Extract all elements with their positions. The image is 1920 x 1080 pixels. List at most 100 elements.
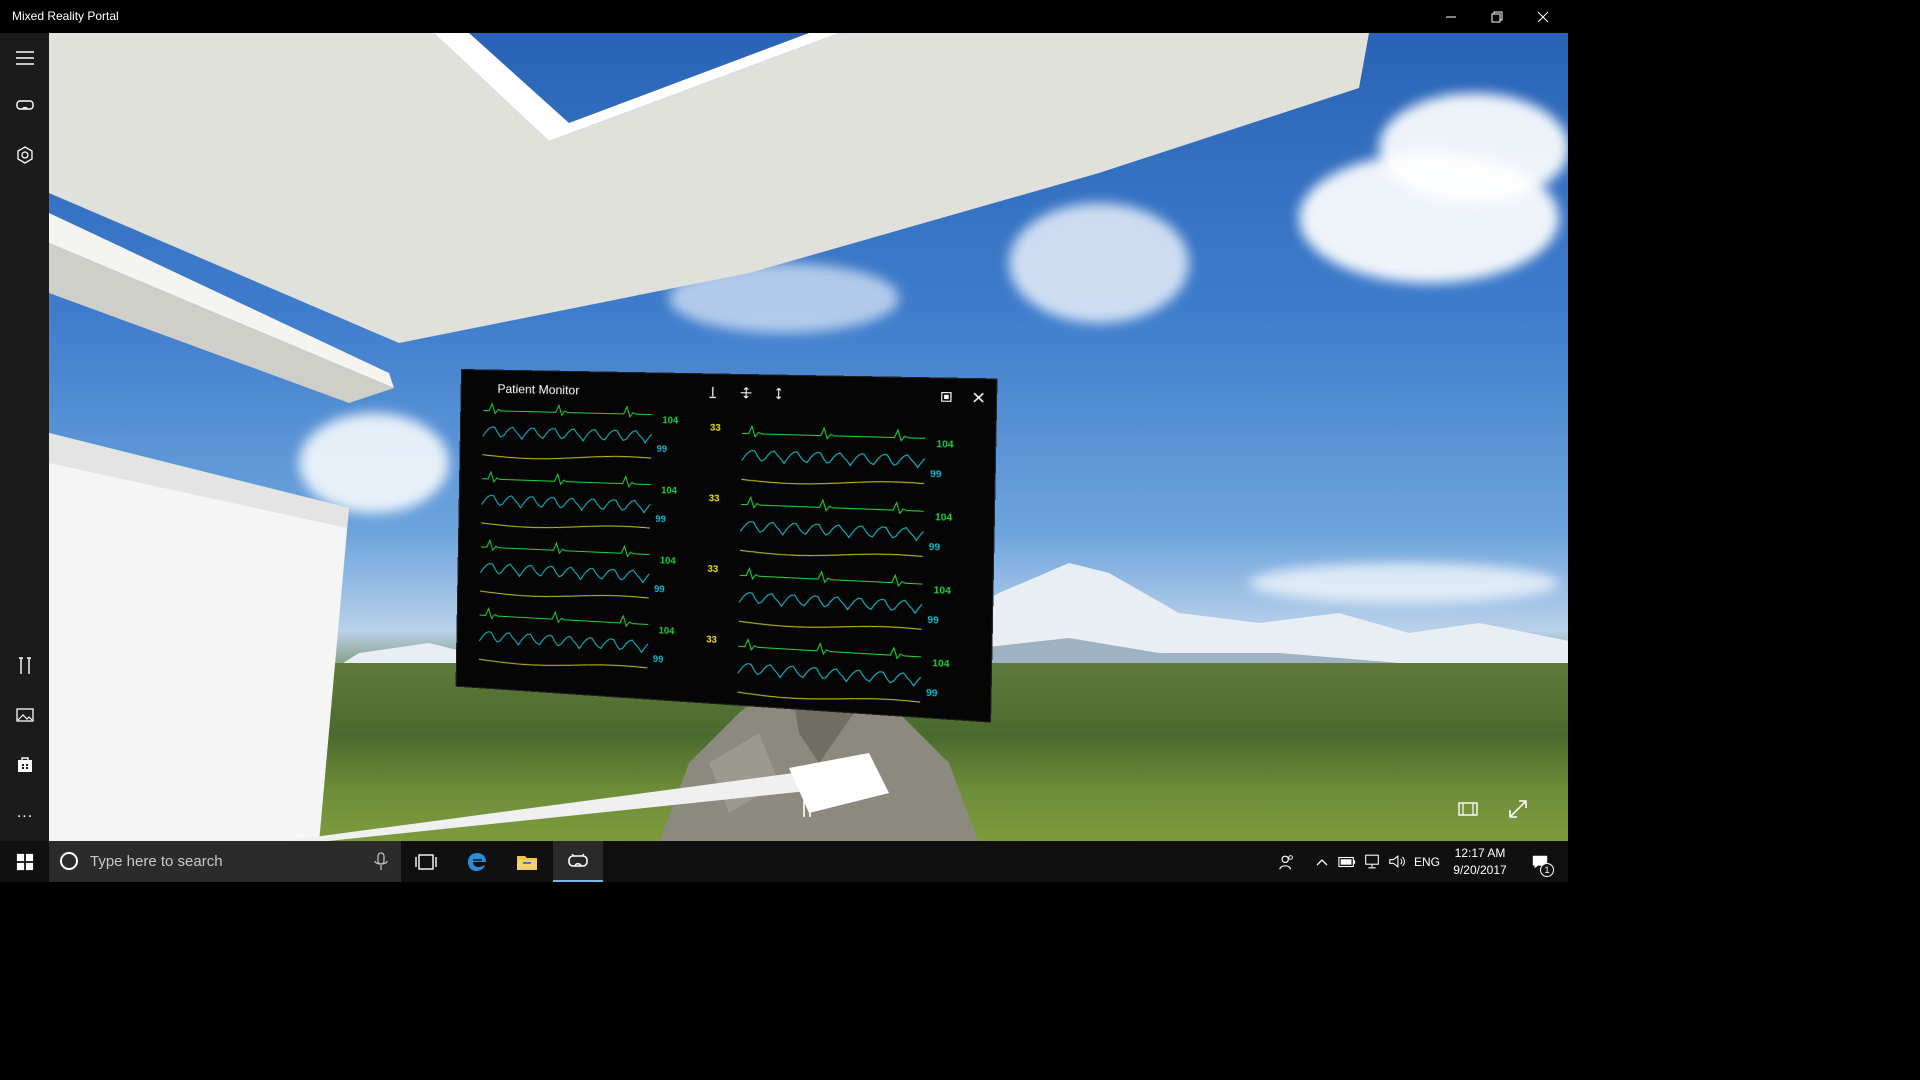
ecg-waveform (741, 497, 924, 514)
spo2-value: 99 (926, 687, 938, 699)
tools-button[interactable] (12, 653, 38, 679)
respiration-value: 33 (987, 520, 989, 531)
restore-button[interactable] (1474, 0, 1520, 33)
spo2-waveform (740, 521, 923, 541)
spo2-waveform (481, 495, 650, 513)
patient-monitor-window[interactable]: Patient Monitor 104 33 99 104 33 99 104 33 99 104… (455, 369, 998, 723)
photos-icon (16, 708, 34, 722)
battery-icon (1338, 856, 1356, 867)
chevron-up-icon (1316, 858, 1328, 865)
spo2-value: 99 (927, 614, 939, 625)
resize-button[interactable] (771, 386, 787, 401)
people-button[interactable] (1274, 841, 1300, 882)
ecg-waveform (481, 540, 650, 558)
network-icon (1365, 854, 1379, 869)
menu-button[interactable] (12, 45, 38, 71)
network-button[interactable] (1361, 841, 1383, 882)
vr-scene-view[interactable]: Patient Monitor 104 33 99 104 33 99 104 33 99 104… (49, 33, 1568, 841)
minimize-icon (1446, 16, 1456, 17)
task-view-icon (415, 853, 437, 870)
respiration-value: 33 (707, 563, 718, 574)
mixed-reality-button[interactable] (12, 142, 38, 168)
expand-icon (1509, 800, 1527, 818)
heart-rate-value: 104 (662, 415, 678, 426)
headset-button[interactable] (12, 92, 38, 118)
clock-date: 9/20/2017 (1453, 863, 1507, 877)
resp-waveform (482, 452, 651, 462)
respiration-value: 33 (709, 493, 720, 504)
respiration-value: 33 (985, 594, 989, 605)
heart-rate-value: 104 (661, 485, 677, 496)
store-button[interactable] (12, 751, 38, 777)
spo2-value: 99 (653, 654, 664, 665)
spo2-waveform (739, 592, 922, 613)
spo2-waveform (483, 427, 652, 443)
fit-button[interactable] (1454, 795, 1482, 823)
input-language-button[interactable]: ENG (1412, 841, 1442, 882)
cortana-icon (60, 852, 78, 870)
resp-waveform (741, 477, 924, 488)
resp-waveform (737, 690, 920, 707)
volume-button[interactable] (1386, 841, 1408, 882)
pause-button[interactable] (793, 795, 821, 823)
spo2-waveform (479, 631, 648, 653)
microphone-icon[interactable] (373, 852, 389, 872)
notification-count: 1 (1540, 863, 1554, 877)
spo2-value: 99 (657, 444, 668, 455)
search-placeholder: Type here to search (90, 853, 223, 870)
volume-icon (1389, 854, 1405, 869)
heart-rate-value: 104 (936, 439, 953, 450)
spo2-value: 99 (930, 468, 942, 479)
respiration-value: 33 (988, 446, 989, 457)
app-bar-follow-button[interactable] (705, 385, 720, 400)
heart-rate-value: 104 (935, 512, 952, 523)
taskbar: Type here to search ENG 12:17 AM 9/20/20… (0, 841, 1568, 882)
vital-signs-waveforms: 104 33 99 104 33 99 104 33 99 104 33 99 104 33 99 104 33… (478, 403, 989, 717)
edge-button[interactable] (452, 841, 502, 882)
monitor-title: Patient Monitor (497, 381, 580, 398)
spo2-value: 99 (654, 584, 665, 595)
photos-button[interactable] (12, 702, 38, 728)
show-hidden-icons-button[interactable] (1312, 841, 1332, 882)
move-icon (740, 386, 753, 399)
close-button[interactable] (1520, 0, 1566, 33)
navigation-rail: ... (0, 33, 49, 841)
more-icon: ... (16, 804, 34, 821)
move-button[interactable] (738, 385, 753, 400)
window-title: Mixed Reality Portal (12, 9, 119, 23)
resp-waveform (740, 548, 923, 561)
spo2-waveform (742, 450, 925, 468)
mixed-reality-portal-icon (568, 853, 588, 867)
spo2-waveform (480, 563, 649, 583)
adjust-icon (706, 386, 719, 399)
windows-logo-icon (16, 853, 33, 870)
more-button[interactable]: ... (12, 800, 38, 826)
restore-icon (1491, 11, 1503, 22)
monitor-close-button[interactable] (970, 390, 986, 405)
expand-button[interactable] (1504, 795, 1532, 823)
ecg-waveform (482, 472, 651, 488)
spo2-waveform (738, 663, 921, 686)
file-explorer-button[interactable] (502, 841, 552, 882)
clock-button[interactable]: 12:17 AM 9/20/2017 (1446, 845, 1514, 879)
mixed-reality-portal-taskbar-button[interactable] (553, 841, 603, 882)
action-center-button[interactable]: 1 (1520, 841, 1560, 882)
heart-rate-value: 104 (934, 585, 951, 597)
start-button[interactable] (0, 841, 49, 882)
ecg-waveform (480, 608, 649, 627)
fit-icon (1458, 802, 1478, 816)
clock-time: 12:17 AM (1454, 846, 1506, 860)
search-box[interactable]: Type here to search (49, 841, 401, 882)
ecg-waveform (742, 426, 925, 441)
monitor-settings-button[interactable] (938, 389, 954, 404)
spo2-value: 99 (929, 541, 941, 552)
battery-button[interactable] (1336, 841, 1358, 882)
respiration-value: 33 (984, 667, 989, 679)
ecg-waveform (483, 404, 652, 418)
hamburger-icon (16, 51, 34, 65)
settings-icon (939, 390, 953, 403)
minimize-button[interactable] (1428, 0, 1474, 33)
respiration-value: 33 (710, 422, 721, 433)
task-view-button[interactable] (401, 841, 451, 882)
heart-rate-value: 104 (659, 625, 675, 636)
